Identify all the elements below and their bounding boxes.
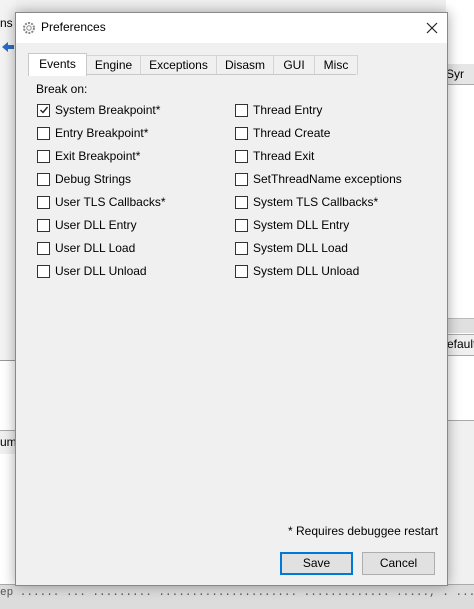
checkbox-box[interactable]	[235, 195, 248, 209]
checkbox-label: System DLL Unload	[253, 264, 360, 278]
background-panel	[0, 360, 16, 431]
checkbox-user-dll-entry[interactable]: User DLL Entry	[37, 217, 137, 233]
checkbox-system-breakpoint[interactable]: System Breakpoint*	[37, 102, 160, 118]
close-button[interactable]	[417, 13, 447, 43]
tab-exceptions[interactable]: Exceptions	[140, 55, 217, 75]
checkbox-setthreadname-exceptions[interactable]: SetThreadName exceptions	[235, 171, 402, 187]
checkmark-icon	[39, 106, 48, 114]
checkbox-label: Exit Breakpoint*	[55, 149, 141, 163]
checkbox-thread-exit[interactable]: Thread Exit	[235, 148, 314, 164]
checkbox-box[interactable]	[37, 103, 50, 117]
checkbox-box[interactable]	[37, 149, 50, 163]
checkbox-label: Debug Strings	[55, 172, 132, 186]
checkbox-system-dll-entry[interactable]: System DLL Entry	[235, 217, 349, 233]
checkbox-box[interactable]	[235, 172, 248, 186]
checkbox-box[interactable]	[235, 218, 248, 232]
checkbox-label: User DLL Load	[55, 241, 136, 255]
checkbox-label: System DLL Load	[253, 241, 348, 255]
checkbox-box[interactable]	[235, 264, 248, 278]
checkbox-user-tls-callbacks[interactable]: User TLS Callbacks*	[37, 194, 165, 210]
checkbox-label: Thread Exit	[253, 149, 315, 163]
tab-engine[interactable]: Engine	[86, 55, 141, 75]
background-scrollbar	[446, 318, 474, 333]
background-arrow-icon	[2, 42, 14, 52]
preferences-dialog: Preferences Events Engine Exceptions Dis…	[15, 12, 448, 586]
gear-icon	[23, 22, 35, 34]
checkbox-box[interactable]	[37, 126, 50, 140]
checkbox-entry-breakpoint[interactable]: Entry Breakpoint*	[37, 125, 148, 141]
checkbox-box[interactable]	[235, 241, 248, 255]
restart-note: * Requires debuggee restart	[288, 524, 439, 538]
checkbox-thread-entry[interactable]: Thread Entry	[235, 102, 322, 118]
tab-disasm[interactable]: Disasm	[216, 55, 274, 75]
break-on-label: Break on:	[36, 82, 88, 96]
save-button[interactable]: Save	[280, 552, 353, 575]
background-panel-right	[446, 420, 474, 585]
background-tab-symbols: Syr	[446, 64, 474, 85]
checkbox-box[interactable]	[235, 149, 248, 163]
checkbox-box[interactable]	[37, 241, 50, 255]
checkbox-box[interactable]	[37, 218, 50, 232]
checkbox-label: System Breakpoint*	[55, 103, 161, 117]
checkbox-label: System DLL Entry	[253, 218, 350, 232]
dialog-title: Preferences	[41, 20, 106, 34]
checkbox-label: SetThreadName exceptions	[253, 172, 402, 186]
checkbox-system-tls-callbacks[interactable]: System TLS Callbacks*	[235, 194, 378, 210]
checkbox-box[interactable]	[235, 126, 248, 140]
checkbox-label: System TLS Callbacks*	[253, 195, 379, 209]
checkbox-label: Thread Create	[253, 126, 331, 140]
tab-misc[interactable]: Misc	[314, 55, 358, 75]
background-panel-header: ump	[0, 430, 16, 456]
checkbox-box[interactable]	[37, 264, 50, 278]
checkbox-thread-create[interactable]: Thread Create	[235, 125, 330, 141]
checkbox-label: Entry Breakpoint*	[55, 126, 149, 140]
checkbox-user-dll-load[interactable]: User DLL Load	[37, 240, 135, 256]
checkbox-label: User DLL Unload	[55, 264, 147, 278]
checkbox-system-dll-unload[interactable]: System DLL Unload	[235, 263, 359, 279]
background-status-text: ep ...... ... ......... ................…	[0, 584, 474, 609]
close-icon	[426, 22, 438, 34]
checkbox-system-dll-load[interactable]: System DLL Load	[235, 240, 348, 256]
checkbox-user-dll-unload[interactable]: User DLL Unload	[37, 263, 147, 279]
checkbox-box[interactable]	[37, 172, 50, 186]
checkbox-exit-breakpoint[interactable]: Exit Breakpoint*	[37, 148, 140, 164]
background-default-button: efault	[446, 334, 474, 356]
checkbox-label: Thread Entry	[253, 103, 323, 117]
checkbox-box[interactable]	[235, 103, 248, 117]
checkbox-label: User TLS Callbacks*	[55, 195, 166, 209]
checkbox-debug-strings[interactable]: Debug Strings	[37, 171, 131, 187]
tab-gui[interactable]: GUI	[273, 55, 315, 75]
title-bar[interactable]: Preferences	[16, 13, 447, 43]
cancel-button[interactable]: Cancel	[362, 552, 435, 575]
background-tab-label: Syr	[446, 67, 464, 81]
checkbox-label: User DLL Entry	[55, 218, 137, 232]
tab-events[interactable]: Events	[28, 53, 87, 76]
background-panel-body	[0, 454, 16, 584]
checkbox-box[interactable]	[37, 195, 50, 209]
